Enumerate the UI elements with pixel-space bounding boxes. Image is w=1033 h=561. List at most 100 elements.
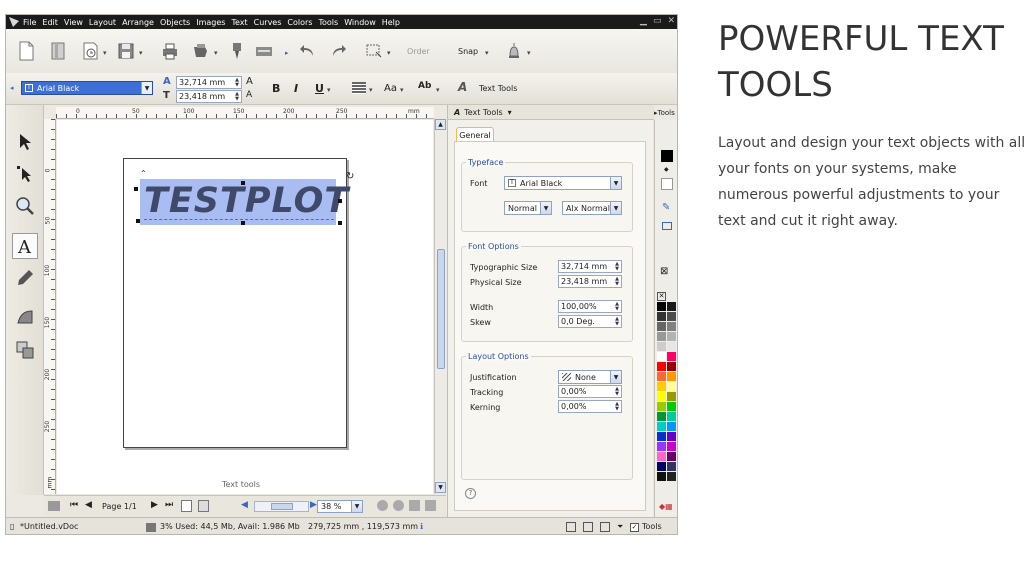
color-swatch[interactable] <box>667 362 676 371</box>
zoom-in-icon[interactable] <box>377 500 388 511</box>
chevron-down-icon[interactable]: ▼ <box>610 371 621 383</box>
color-swatch[interactable] <box>657 332 666 341</box>
justification-selector[interactable]: None ▼ <box>558 370 622 384</box>
snap-button[interactable]: Snap <box>458 47 478 56</box>
color-swatch[interactable] <box>667 382 676 391</box>
redo-button[interactable] <box>326 39 350 63</box>
menu-edit[interactable]: Edit <box>42 18 58 27</box>
color-swatch[interactable] <box>657 372 666 381</box>
zoom-tool[interactable] <box>12 193 38 219</box>
no-color-swatch[interactable]: ✕ <box>657 292 677 302</box>
shape-tool[interactable] <box>12 305 38 331</box>
page-setup-icon[interactable] <box>48 501 60 511</box>
print-button[interactable] <box>158 39 182 63</box>
new-document-button[interactable] <box>14 39 38 63</box>
weed-button[interactable] <box>502 39 526 63</box>
docker-dropdown-icon[interactable]: ▾ <box>508 108 512 117</box>
menu-text[interactable]: Text <box>231 18 247 27</box>
recent-button[interactable] <box>78 39 102 63</box>
color-swatch[interactable] <box>657 422 666 431</box>
color-swatch[interactable] <box>667 322 676 331</box>
spell-dropdown-icon[interactable]: ▾ <box>436 86 440 94</box>
width-input[interactable]: 100,00% ▲ ▼ <box>558 300 622 313</box>
horizontal-scrollbar[interactable] <box>254 501 309 512</box>
color-swatch[interactable] <box>657 312 666 321</box>
color-swatch[interactable] <box>667 352 676 361</box>
case-button[interactable]: Aa <box>384 83 397 94</box>
color-swatch[interactable] <box>657 382 666 391</box>
close-icon[interactable]: ✕ <box>667 16 675 26</box>
color-swatch[interactable] <box>667 392 676 401</box>
document-page[interactable]: TESTPLOT ↻ ⌃ <box>123 158 354 448</box>
select-dropdown-icon[interactable]: ▾ <box>387 49 391 57</box>
color-swatch[interactable] <box>667 432 676 441</box>
pen-tool[interactable] <box>12 265 38 291</box>
minimize-icon[interactable]: ▁ <box>640 16 647 26</box>
add-page-icon[interactable] <box>181 500 192 512</box>
menu-help[interactable]: Help <box>382 18 400 27</box>
color-swatch[interactable] <box>657 432 666 441</box>
docker-physical-size-input[interactable]: 23,418 mm ▲ ▼ <box>558 275 622 288</box>
rotate-handle-icon[interactable]: ⌃ <box>140 169 147 178</box>
save-dropdown-icon[interactable]: ▾ <box>139 49 143 57</box>
color-swatch[interactable] <box>667 462 676 471</box>
node-tool[interactable] <box>12 161 38 187</box>
menu-file[interactable]: File <box>23 18 36 27</box>
font-selector[interactable]: T Arial Black ▼ <box>21 81 153 95</box>
previous-page-icon[interactable]: ◀ <box>85 500 92 510</box>
eyedropper-icon[interactable]: ✎ <box>662 202 670 213</box>
preview-icon[interactable] <box>600 522 610 532</box>
align-icon[interactable] <box>352 82 366 94</box>
tracking-input[interactable]: 0,00% ▲ ▼ <box>558 385 622 398</box>
pick-tool[interactable] <box>12 129 38 155</box>
spin-arrows-icon[interactable]: ▲ ▼ <box>233 77 241 88</box>
docker-title[interactable]: Text Tools <box>464 108 502 117</box>
menu-view[interactable]: View <box>64 18 83 27</box>
device-button[interactable] <box>252 39 276 63</box>
bold-button[interactable]: B <box>272 82 280 95</box>
spin-arrows-icon[interactable]: ▲ ▼ <box>613 301 621 312</box>
menu-curves[interactable]: Curves <box>254 18 282 27</box>
menu-layout[interactable]: Layout <box>89 18 116 27</box>
save-button[interactable] <box>114 39 138 63</box>
typographic-size-input[interactable]: 32,714 mm ▲ ▼ <box>176 76 242 89</box>
spin-arrows-icon[interactable]: ▲ ▼ <box>613 401 621 412</box>
font-style-selector[interactable]: Normal ▼ <box>504 201 552 215</box>
selection-handle[interactable] <box>338 199 342 203</box>
spin-arrows-icon[interactable]: ▲ ▼ <box>233 91 241 102</box>
scroll-up-icon[interactable]: ▲ <box>435 119 446 130</box>
color-mode-icon[interactable]: ⊠ <box>660 266 668 277</box>
color-swatch[interactable] <box>667 442 676 451</box>
underline-dropdown-icon[interactable]: ▾ <box>327 86 331 94</box>
shrink-font-icon[interactable]: A <box>246 90 252 100</box>
menu-objects[interactable]: Objects <box>160 18 190 27</box>
color-swatch[interactable] <box>667 422 676 431</box>
tab-general[interactable]: General <box>456 127 494 142</box>
scroll-left-icon[interactable]: ◀ <box>241 500 248 510</box>
color-swatch[interactable] <box>657 342 666 351</box>
skew-input[interactable]: 0,0 Deg. ▲ ▼ <box>558 315 622 328</box>
underline-button[interactable]: U <box>315 82 324 95</box>
menu-window[interactable]: Window <box>344 18 376 27</box>
fill-color-swatch[interactable] <box>661 178 673 190</box>
help-icon[interactable]: ? <box>465 488 476 499</box>
spin-arrows-icon[interactable]: ▲ ▼ <box>613 386 621 397</box>
rotate-handle-icon[interactable]: ↻ <box>346 171 354 182</box>
color-swatch[interactable] <box>667 332 676 341</box>
color-swatch[interactable] <box>657 392 666 401</box>
color-swatch[interactable] <box>667 412 676 421</box>
zoom-page-icon[interactable] <box>409 500 420 511</box>
text-object[interactable]: TESTPLOT <box>144 181 349 221</box>
recent-dropdown-icon[interactable]: ▾ <box>103 49 107 57</box>
chevron-down-icon[interactable]: ▼ <box>351 501 362 512</box>
spin-arrows-icon[interactable]: ▲ ▼ <box>613 316 621 327</box>
text-tools-button[interactable]: Text Tools <box>479 84 517 93</box>
selection-handle[interactable] <box>136 219 140 223</box>
docker-font-selector[interactable]: T Arial Black ▼ <box>504 176 622 190</box>
color-swatch[interactable] <box>667 312 676 321</box>
color-swatch[interactable] <box>667 452 676 461</box>
current-color-swatch[interactable] <box>661 150 673 162</box>
menu-colors[interactable]: Colors <box>287 18 312 27</box>
docker-typographic-size-input[interactable]: 32,714 mm ▲ ▼ <box>558 260 622 273</box>
case-dropdown-icon[interactable]: ▾ <box>400 86 404 94</box>
